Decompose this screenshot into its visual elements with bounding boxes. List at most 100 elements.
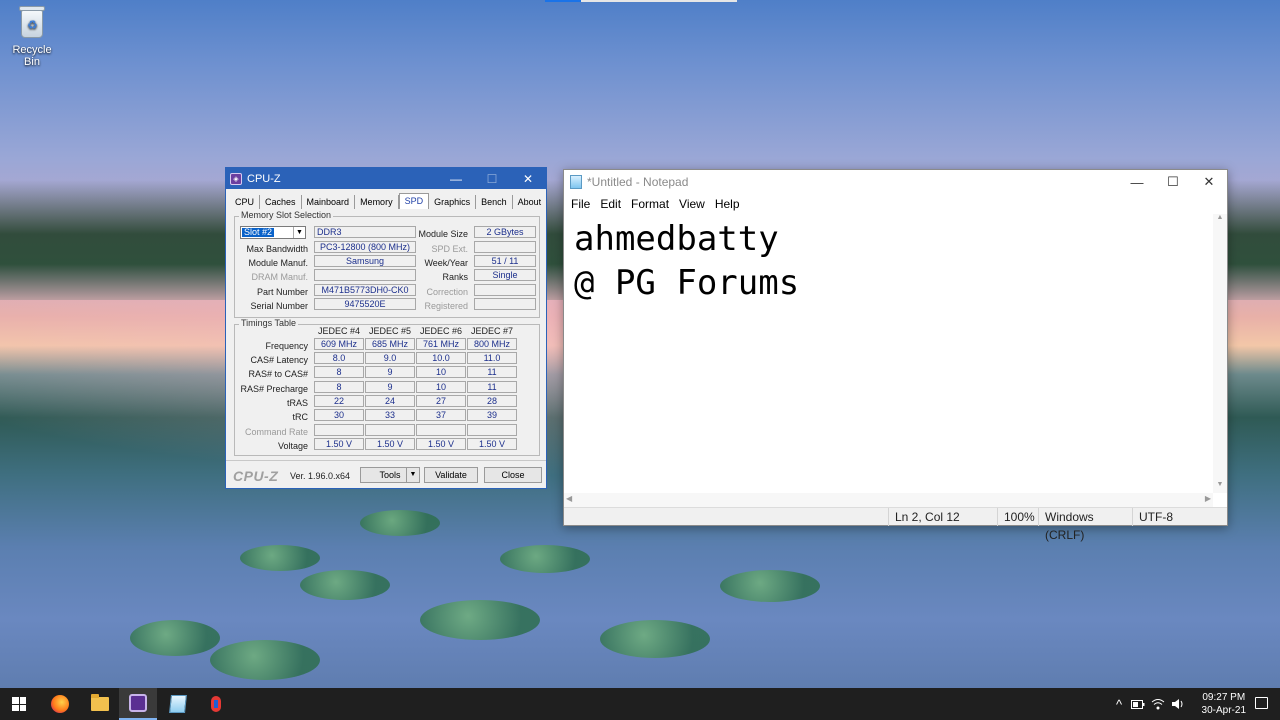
tab-mainboard[interactable]: Mainboard xyxy=(302,195,356,209)
tab-graphics[interactable]: Graphics xyxy=(429,195,477,209)
timing-cell: 1.50 V xyxy=(467,438,517,450)
module-manuf-label: Module Manuf. xyxy=(248,258,308,268)
tab-memory[interactable]: Memory xyxy=(355,195,399,209)
notepad-window: *Untitled - Notepad — ☐ ✕ File Edit Form… xyxy=(563,169,1228,542)
timing-cell: 1.50 V xyxy=(365,438,415,450)
taskbar-cpuz[interactable] xyxy=(119,688,157,720)
maximize-button[interactable]: ☐ xyxy=(474,168,510,189)
max-bandwidth-value: PC3-12800 (800 MHz) xyxy=(314,241,416,253)
firefox-icon xyxy=(51,695,69,713)
app-icon xyxy=(208,695,224,713)
start-icon xyxy=(12,697,26,711)
timing-cell xyxy=(416,424,466,436)
minimize-button[interactable]: — xyxy=(1119,170,1155,194)
week-year-label: Week/Year xyxy=(424,258,468,268)
taskbar-clock[interactable]: 09:27 PM 30-Apr-21 xyxy=(1202,691,1246,717)
timing-cell: 10 xyxy=(416,381,466,393)
status-line-endings: Windows (CRLF) xyxy=(1038,508,1134,542)
group-label: Memory Slot Selection xyxy=(239,210,334,220)
close-footer-button[interactable]: Close xyxy=(484,467,542,483)
chevron-down-icon: ▼ xyxy=(409,471,417,478)
tab-about[interactable]: About xyxy=(513,195,547,209)
menu-file[interactable]: File xyxy=(566,197,595,211)
cpuz-titlebar[interactable]: ◈ CPU-Z — ☐ ✕ xyxy=(226,168,546,189)
cpuz-title: CPU-Z xyxy=(247,172,281,185)
desktop-icon-recycle-bin[interactable]: ♻ Recycle Bin xyxy=(4,4,60,68)
timing-row-label: RAS# to CAS# xyxy=(248,369,308,379)
start-button[interactable] xyxy=(0,688,38,720)
tab-cpu[interactable]: CPU xyxy=(230,195,261,209)
scroll-right-icon[interactable]: ▶ xyxy=(1205,494,1211,503)
taskbar: ^ 09:27 PM 30-Apr-21 xyxy=(0,688,1280,720)
notification-icon[interactable] xyxy=(1255,697,1268,709)
timing-cell: 24 xyxy=(365,395,415,407)
correction-label: Correction xyxy=(426,287,468,297)
menu-help[interactable]: Help xyxy=(710,197,745,211)
volume-icon[interactable] xyxy=(1170,688,1186,720)
timings-column-header: JEDEC #4 xyxy=(317,326,361,336)
lily-pad xyxy=(360,510,440,536)
maximize-button[interactable]: ☐ xyxy=(1155,170,1191,194)
timing-cell: 9 xyxy=(365,381,415,393)
timing-cell: 8.0 xyxy=(314,352,364,364)
text-line: @ PG Forums xyxy=(574,263,800,303)
part-number-value: M471B5773DH0-CK0 xyxy=(314,284,416,296)
lily-pad xyxy=(130,620,220,656)
timings-column-header: JEDEC #5 xyxy=(368,326,412,336)
taskbar-notepad[interactable] xyxy=(159,688,197,720)
correction-value xyxy=(474,284,536,296)
serial-number-label: Serial Number xyxy=(250,301,308,311)
menu-edit[interactable]: Edit xyxy=(595,197,626,211)
taskbar-firefox[interactable] xyxy=(41,688,79,720)
timing-cell: 28 xyxy=(467,395,517,407)
tab-spd[interactable]: SPD xyxy=(398,193,430,209)
chevron-down-icon[interactable]: ▼ xyxy=(293,227,305,238)
menu-format[interactable]: Format xyxy=(626,197,674,211)
ranks-label: Ranks xyxy=(442,272,468,282)
vertical-scrollbar[interactable]: ▲ ▼ xyxy=(1213,214,1227,493)
scroll-left-icon[interactable]: ◀ xyxy=(566,494,572,503)
cpuz-footer: CPU-Z Ver. 1.96.0.x64 Tools ▼ Validate C… xyxy=(226,460,546,488)
max-bandwidth-label: Max Bandwidth xyxy=(246,244,308,254)
timing-cell: 761 MHz xyxy=(416,338,466,350)
tools-dropdown-button[interactable]: ▼ xyxy=(406,467,420,483)
timing-cell: 27 xyxy=(416,395,466,407)
file-explorer-icon xyxy=(91,694,109,711)
timing-cell: 10.0 xyxy=(416,352,466,364)
close-button[interactable]: ✕ xyxy=(1191,170,1227,194)
notepad-menubar: File Edit Format View Help xyxy=(564,194,1227,214)
scroll-up-icon[interactable]: ▲ xyxy=(1213,214,1227,226)
close-button[interactable]: ✕ xyxy=(510,168,546,189)
slot-select[interactable]: Slot #2 ▼ xyxy=(240,226,306,239)
scroll-down-icon[interactable]: ▼ xyxy=(1213,481,1227,493)
module-size-value: 2 GBytes xyxy=(474,226,536,238)
network-icon[interactable] xyxy=(1150,688,1166,720)
taskbar-app[interactable] xyxy=(197,688,235,720)
notepad-app-icon xyxy=(570,175,582,189)
registered-value xyxy=(474,298,536,310)
horizontal-scrollbar[interactable]: ◀ ▶ xyxy=(564,493,1213,507)
notepad-text-area[interactable]: ahmedbatty @ PG Forums xyxy=(564,214,1213,493)
tab-bench[interactable]: Bench xyxy=(476,195,513,209)
notepad-title: *Untitled - Notepad xyxy=(587,175,689,189)
group-label: Timings Table xyxy=(239,318,299,328)
minimize-button[interactable]: — xyxy=(438,168,474,189)
timing-cell: 8 xyxy=(314,366,364,378)
cpuz-icon xyxy=(129,694,147,712)
timing-cell: 33 xyxy=(365,409,415,421)
lily-pad xyxy=(720,570,820,602)
timing-cell: 1.50 V xyxy=(416,438,466,450)
timing-row-label: Frequency xyxy=(265,341,308,351)
taskbar-file-explorer[interactable] xyxy=(81,688,119,720)
notepad-titlebar[interactable]: *Untitled - Notepad — ☐ ✕ xyxy=(564,170,1227,194)
validate-button[interactable]: Validate xyxy=(424,467,478,483)
timing-row-label: RAS# Precharge xyxy=(240,384,308,394)
tab-caches[interactable]: Caches xyxy=(260,195,302,209)
menu-view[interactable]: View xyxy=(674,197,710,211)
status-encoding: UTF-8 xyxy=(1132,508,1212,526)
tray-chevron[interactable]: ^ xyxy=(1112,688,1126,720)
timings-column-header: JEDEC #6 xyxy=(419,326,463,336)
battery-icon[interactable] xyxy=(1130,688,1146,720)
timing-cell: 9 xyxy=(365,366,415,378)
cpuz-window: ◈ CPU-Z — ☐ ✕ CPU Caches Mainboard Memor… xyxy=(225,167,547,489)
